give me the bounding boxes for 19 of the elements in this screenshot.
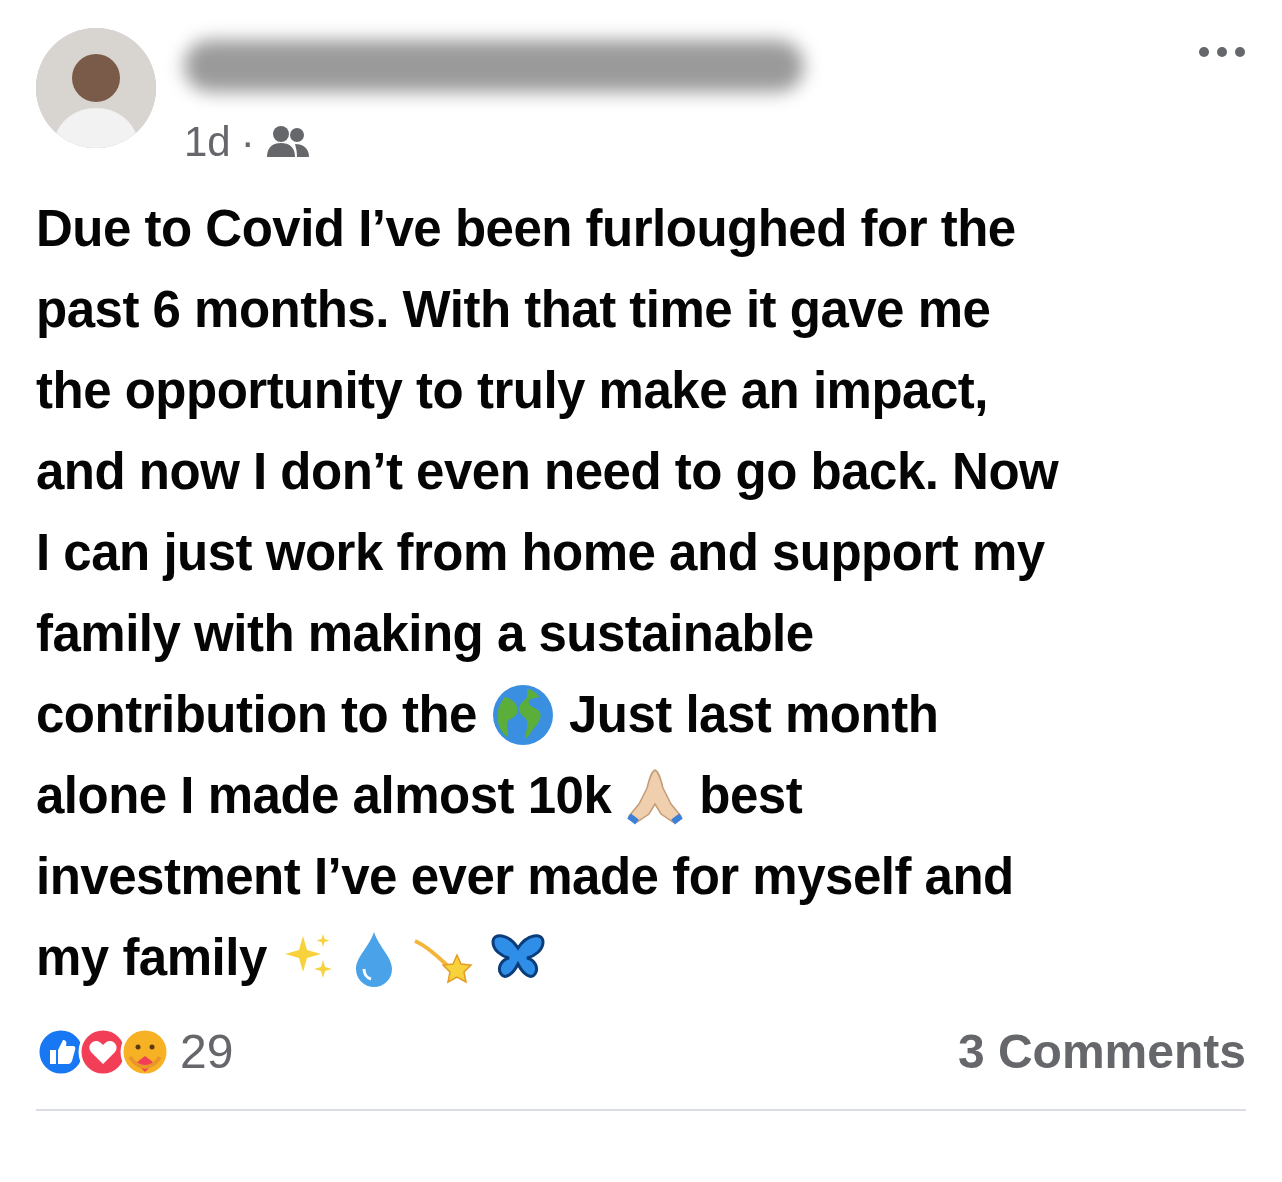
post-text: best: [699, 766, 803, 826]
post-text: Due to Covid I’ve been furloughed for the: [36, 199, 1016, 259]
reaction-count[interactable]: 29: [180, 1024, 234, 1079]
post-text: family with making a sustainable: [36, 604, 814, 664]
post-text: investment I’ve ever made for myself and: [36, 847, 1014, 907]
post-text: I can just work from home and support my: [36, 523, 1045, 583]
post-text: my family: [36, 928, 267, 988]
comments-link[interactable]: 3 Comments: [957, 1024, 1246, 1079]
post-text: and now I don’t even need to go back. Now: [36, 442, 1059, 502]
separator: ·: [240, 118, 255, 166]
post-text: past 6 months. With that time it gave me: [36, 280, 991, 340]
post-text: contribution to the: [36, 685, 477, 745]
friends-icon: [264, 125, 311, 159]
post-time[interactable]: 1d: [184, 118, 231, 166]
post-text: Just last month: [568, 685, 939, 745]
post-text: the opportunity to truly make an impact,: [36, 361, 988, 421]
post-text: alone I made almost 10k: [36, 766, 612, 826]
more-icon[interactable]: [1198, 46, 1246, 58]
globe-icon: [490, 682, 555, 747]
